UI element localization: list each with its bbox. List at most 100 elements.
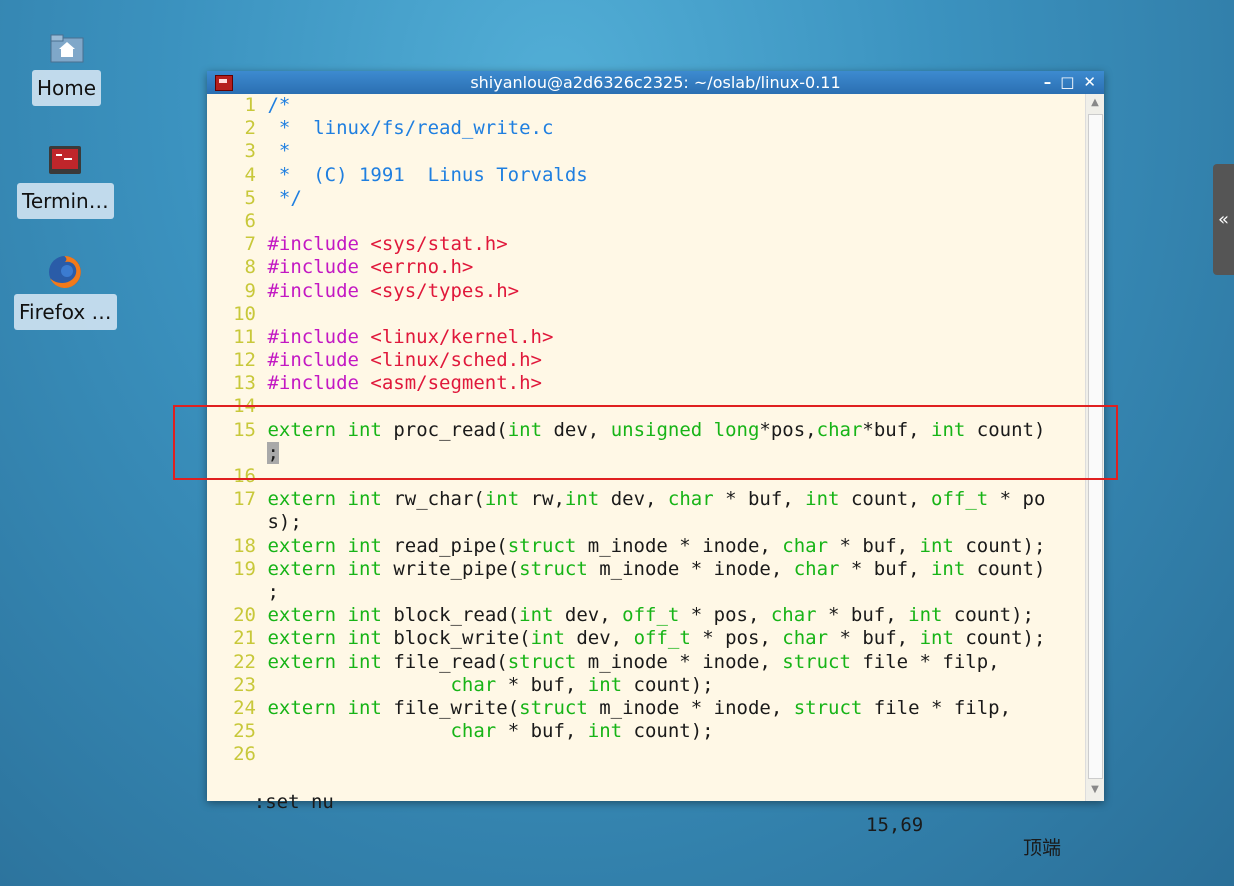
code-line[interactable]: 20 extern int block_read(int dev, off_t …	[208, 604, 1086, 627]
code-token: off_t	[622, 604, 680, 627]
code-token: int	[564, 488, 600, 511]
code-token: struct	[507, 650, 577, 673]
code-token: <linux/kernel.h>	[370, 325, 554, 348]
code-token: * buf,	[713, 488, 806, 511]
line-number: 13	[233, 372, 256, 395]
line-number: 4	[244, 163, 256, 186]
code-token: struct	[782, 650, 851, 673]
code-line[interactable]: 26	[208, 743, 1086, 766]
code-token: #include	[267, 325, 371, 348]
code-token: dev,	[553, 604, 623, 627]
terminal-icon	[47, 143, 83, 179]
code-token: int	[530, 627, 565, 650]
code-line[interactable]: 1 /*	[208, 94, 1086, 117]
code-token: file_read(	[381, 650, 508, 673]
line-number: 3	[244, 140, 256, 163]
code-token: #include	[267, 279, 371, 302]
code-token: block_write(	[381, 627, 531, 650]
line-number: 18	[233, 534, 256, 557]
cursor-position: 15,69	[866, 814, 924, 836]
code-line[interactable]: 11 #include <linux/kernel.h>	[208, 326, 1086, 349]
code-token: extern	[267, 650, 337, 673]
code-token: struct	[793, 696, 863, 719]
code-token: ;	[267, 580, 279, 603]
code-token: #include	[267, 372, 371, 395]
code-token: rw,	[519, 488, 565, 511]
scroll-down-icon[interactable]: ▼	[1086, 781, 1104, 799]
code-line[interactable]: 7 #include <sys/stat.h>	[208, 233, 1086, 256]
code-token: <errno.h>	[370, 256, 474, 279]
code-token: m_inode * inode,	[587, 696, 794, 719]
line-number: 19	[233, 557, 256, 580]
line-number: 6	[244, 209, 256, 232]
code-token: int	[587, 673, 623, 696]
code-token: int	[587, 720, 623, 743]
scroll-indicator: 顶端	[1023, 837, 1062, 859]
desktop-icon-firefox[interactable]: Firefox …	[14, 254, 117, 330]
code-line[interactable]: 2 * linux/fs/read_write.c	[208, 117, 1086, 140]
desktop-icon-label: Termin…	[17, 183, 114, 219]
maximize-button[interactable]: □	[1060, 73, 1074, 91]
code-line[interactable]: 4 * (C) 1991 Linus Torvalds	[208, 164, 1086, 187]
code-line[interactable]: 24 extern int file_write(struct m_inode …	[208, 697, 1086, 720]
code-token: <sys/stat.h>	[370, 233, 508, 256]
side-panel-toggle[interactable]: «	[1213, 164, 1234, 275]
desktop-icon-home[interactable]: Home	[32, 30, 102, 106]
code-token: file_write(	[381, 696, 520, 719]
code-line[interactable]: 3 *	[208, 140, 1086, 163]
code-line[interactable]: 6	[208, 210, 1086, 233]
code-line[interactable]: 13 #include <asm/segment.h>	[208, 372, 1086, 395]
code-token: * pos,	[690, 627, 783, 650]
line-number: 25	[233, 720, 256, 743]
line-number: 20	[233, 604, 256, 627]
code-token: int	[347, 534, 382, 557]
line-number: 2	[244, 117, 256, 140]
desktop-icon-terminal[interactable]: Termin…	[17, 143, 114, 219]
code-token: * buf,	[816, 604, 909, 627]
code-line[interactable]: 12 #include <linux/sched.h>	[208, 349, 1086, 372]
code-token: dev,	[599, 488, 668, 511]
code-token: int	[805, 488, 840, 511]
window-title: shiyanlou@a2d6326c2325: ~/oslab/linux-0.…	[470, 73, 841, 92]
code-line[interactable]: 5 */	[208, 187, 1086, 210]
scroll-up-icon[interactable]: ▲	[1086, 94, 1104, 112]
code-token: * buf,	[839, 557, 931, 580]
code-token: int	[930, 557, 966, 580]
code-token: off_t	[633, 627, 691, 650]
code-token: count,	[839, 488, 932, 511]
code-token: write_pipe(	[381, 557, 520, 580]
code-line[interactable]: 19 extern int write_pipe(struct m_inode …	[208, 558, 1086, 581]
code-token: block_read(	[381, 604, 520, 627]
code-line[interactable]: 21 extern int block_write(int dev, off_t…	[208, 627, 1086, 650]
code-line[interactable]: 8 #include <errno.h>	[208, 256, 1086, 279]
minimize-button[interactable]: –	[1044, 73, 1052, 91]
line-number: 7	[244, 233, 256, 256]
code-line[interactable]: 18 extern int read_pipe(struct m_inode *…	[208, 535, 1086, 558]
code-line[interactable]: 25 char * buf, int count);	[208, 720, 1086, 743]
code-line[interactable]: ;	[208, 581, 1086, 604]
code-token: m_inode * inode,	[576, 534, 783, 557]
code-line[interactable]: 22 extern int file_read(struct m_inode *…	[208, 651, 1086, 674]
window-titlebar[interactable]: shiyanlou@a2d6326c2325: ~/oslab/linux-0.…	[207, 71, 1104, 94]
code-line[interactable]: 10	[208, 303, 1086, 326]
code-token: file * filp,	[862, 696, 1012, 719]
line-number: 10	[233, 302, 256, 325]
code-token: int	[484, 488, 520, 511]
code-token: char	[793, 557, 840, 580]
code-line[interactable]: 23 char * buf, int count);	[208, 674, 1086, 697]
code-token: int	[347, 627, 382, 650]
code-line[interactable]: 9 #include <sys/types.h>	[208, 280, 1086, 303]
code-line[interactable]: s);	[208, 511, 1086, 534]
code-token: /*	[267, 94, 291, 116]
code-line[interactable]: 17 extern int rw_char(int rw,int dev, ch…	[208, 488, 1086, 511]
close-button[interactable]: ✕	[1083, 73, 1096, 91]
code-token: char	[782, 534, 829, 557]
code-token: extern	[267, 488, 337, 511]
code-token: m_inode * inode,	[576, 650, 783, 673]
code-token: * buf,	[496, 673, 588, 696]
